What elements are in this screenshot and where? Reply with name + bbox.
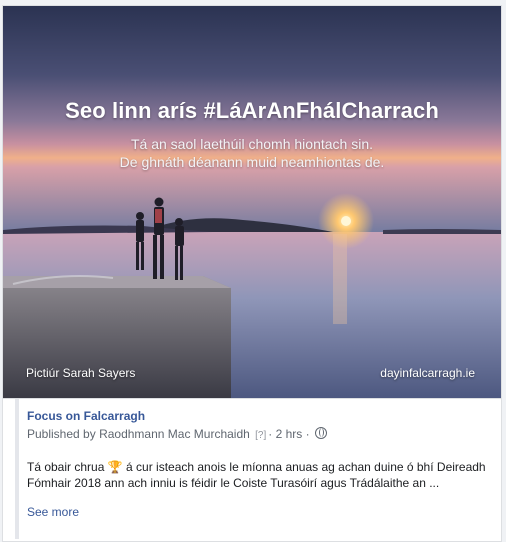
image-subline-2: De ghnáth déanann muid neamhiontas de.	[119, 154, 385, 170]
page-name-link[interactable]: Focus on Falcarragh	[27, 409, 145, 423]
separator: ·	[268, 427, 273, 441]
byline: Published by Raodhmann Mac Murchaidh [?]…	[27, 427, 327, 441]
photo-credit: Pictiúr Sarah Sayers	[26, 366, 136, 380]
separator: ·	[305, 427, 310, 441]
image-headline: Seo linn arís #LáArAnFhálCharrach	[65, 98, 439, 123]
post-text: Tá obair chrua 🏆 á cur isteach anois le …	[27, 459, 491, 491]
globe-icon[interactable]	[315, 427, 327, 439]
trophy-icon: 🏆	[107, 460, 123, 474]
timestamp-link[interactable]: 2 hrs	[276, 427, 303, 441]
sunset-pier-image	[3, 6, 501, 398]
image-subline-1: Tá an saol laethúil chomh hiontach sin.	[130, 136, 374, 152]
post-meta: Focus on Falcarragh Published by Raodhma…	[3, 398, 501, 539]
author-link[interactable]: Raodhmann Mac Murchaidh	[99, 427, 250, 441]
post-text-part1: Tá obair chrua	[27, 460, 105, 474]
byline-prefix: Published by	[27, 427, 96, 441]
attachment-accent-bar	[15, 399, 19, 539]
post-photo[interactable]: Seo linn arís #LáArAnFhálCharrach Tá an …	[3, 6, 501, 398]
help-marker[interactable]: [?]	[255, 430, 266, 441]
see-more-link[interactable]: See more	[27, 505, 79, 519]
image-site-watermark: dayinfalcarragh.ie	[380, 366, 475, 380]
post-card: Seo linn arís #LáArAnFhálCharrach Tá an …	[2, 5, 502, 542]
